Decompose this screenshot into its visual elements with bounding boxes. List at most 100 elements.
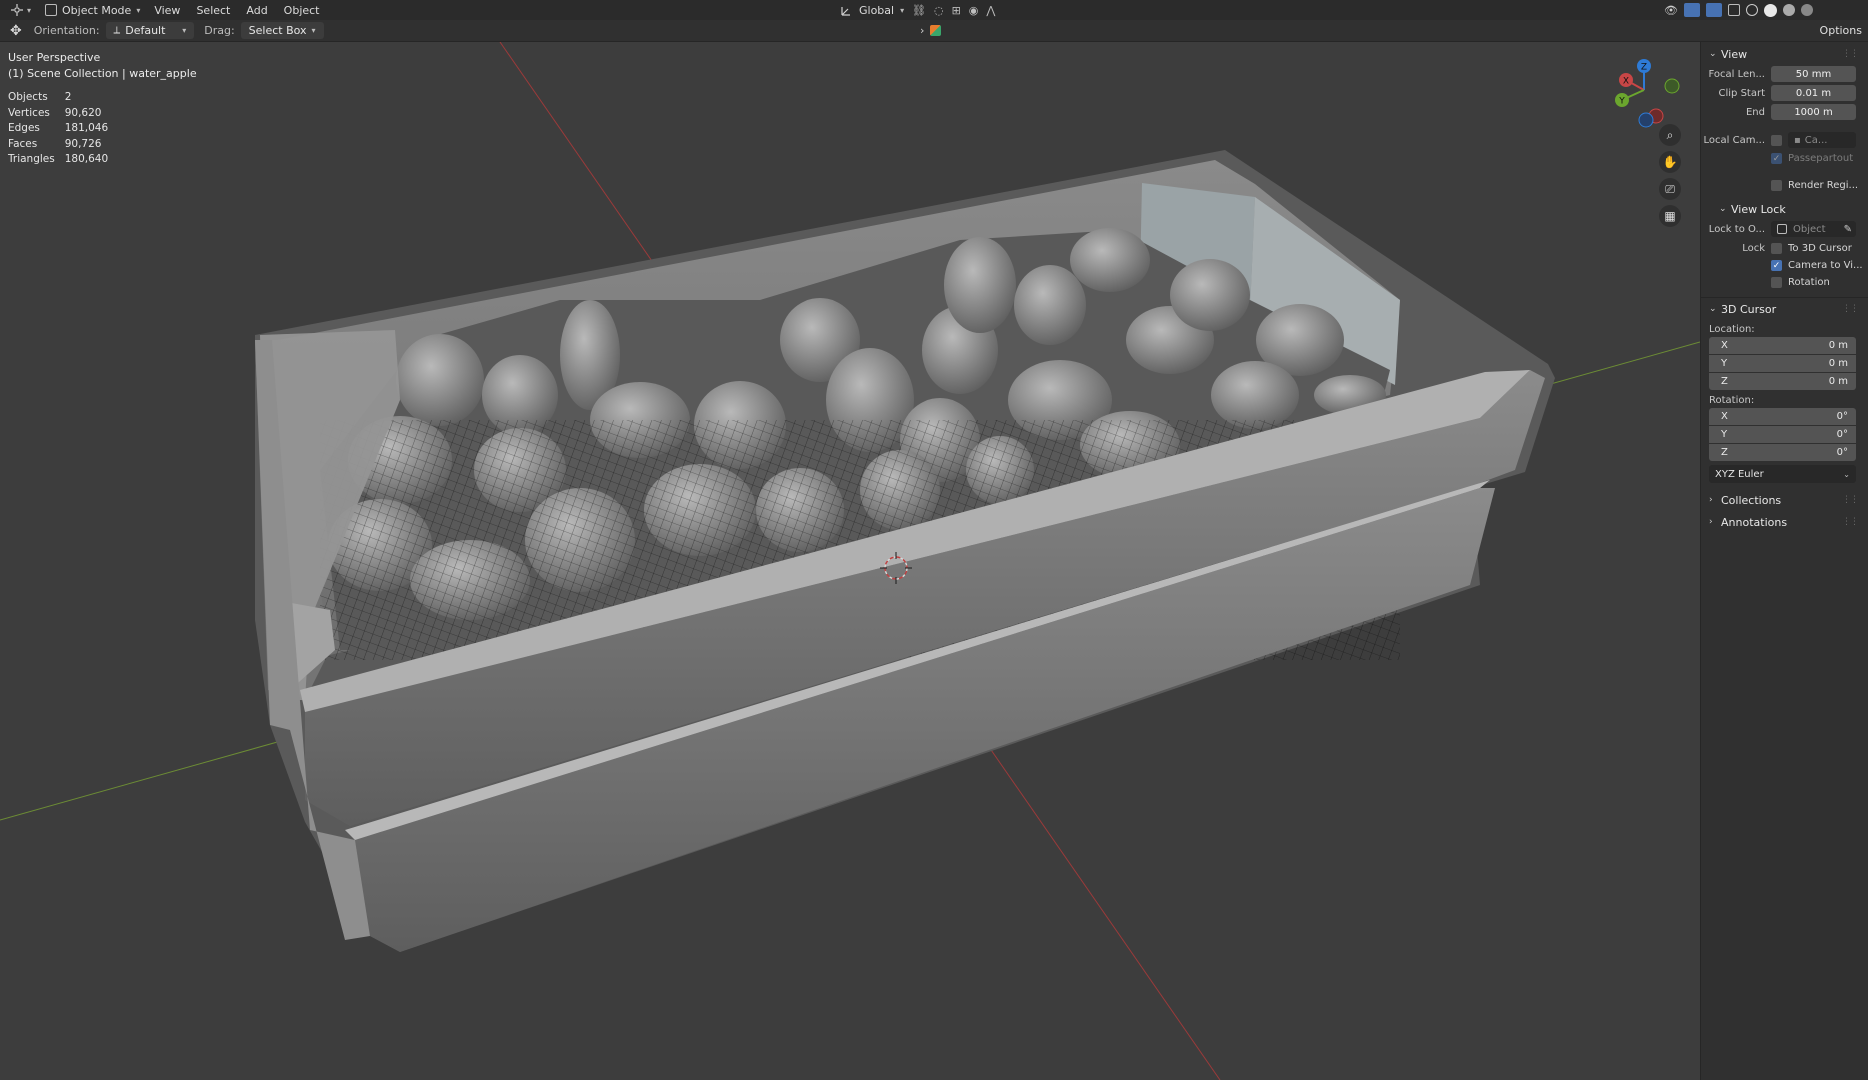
gizmo-y-label: Y xyxy=(1618,97,1625,107)
clip-end-label: End xyxy=(1745,106,1765,118)
options-button[interactable]: Options xyxy=(1814,24,1868,37)
rendered-shading-icon[interactable] xyxy=(1800,4,1813,16)
passepartout-checkbox[interactable]: ✓ xyxy=(1771,153,1782,164)
to-3d-cursor-checkbox[interactable] xyxy=(1771,243,1782,254)
stat-row: Vertices 90,620 xyxy=(8,106,118,122)
view-panel-header[interactable]: ⌄ View ⋮⋮ xyxy=(1701,43,1868,65)
eyedropper-icon[interactable]: ✎ xyxy=(1844,224,1852,235)
axis-value: 0 m xyxy=(1828,358,1848,369)
clip-start-row: Clip Start 0.01 m xyxy=(1701,84,1868,102)
solid-shading-icon[interactable] xyxy=(1763,3,1777,17)
drag-grip-icon[interactable]: ⋮⋮ xyxy=(1842,304,1859,314)
camera-to-view-row[interactable]: ✓ Camera to Vi... xyxy=(1701,257,1868,274)
lock-rotation-label: Rotation xyxy=(1788,277,1830,288)
menu-add[interactable]: Add xyxy=(238,4,275,17)
lock-to-object-row: Lock to O... Object ✎ xyxy=(1701,220,1868,238)
stat-value: 90,726 xyxy=(64,137,102,150)
object-icon xyxy=(1777,224,1787,234)
stat-value: 180,640 xyxy=(64,153,109,165)
mode-dropdown[interactable]: Object Mode ▾ xyxy=(39,4,146,17)
lock-rotation-checkbox[interactable] xyxy=(1771,277,1782,288)
local-camera-row: Local Cam... ▪ Ca... xyxy=(1701,131,1868,149)
stat-row: Faces 90,726 xyxy=(8,137,118,153)
pan-button[interactable]: ✋ xyxy=(1659,151,1681,173)
camera-icon: ▪ xyxy=(1794,134,1801,146)
stat-label: Vertices xyxy=(8,106,50,119)
menu-view[interactable]: View xyxy=(146,4,188,17)
perspective-toggle-button[interactable]: ▦ xyxy=(1659,205,1681,227)
rotation-x-field[interactable]: X 0° xyxy=(1709,408,1856,425)
header-collapse-button[interactable]: › xyxy=(920,24,942,37)
camera-to-view-checkbox[interactable]: ✓ xyxy=(1771,260,1782,271)
transform-orientation-dropdown[interactable]: Global ▾ xyxy=(840,4,904,17)
collections-title: Collections xyxy=(1721,493,1782,507)
location-y-field[interactable]: Y 0 m xyxy=(1709,355,1856,372)
annotations-panel-header[interactable]: › Annotations ⋮⋮ xyxy=(1701,511,1868,533)
rotation-z-field[interactable]: Z 0° xyxy=(1709,444,1856,461)
annotations-title: Annotations xyxy=(1721,515,1788,529)
editor-type-button[interactable]: ▾ xyxy=(10,3,31,17)
lock-to-object-label: Lock to O... xyxy=(1708,223,1765,235)
axis-value: 0° xyxy=(1836,429,1848,440)
drag-grip-icon[interactable]: ⋮⋮ xyxy=(1842,517,1859,527)
drag-grip-icon[interactable]: ⋮⋮ xyxy=(1842,49,1859,59)
wireframe-shading-icon[interactable] xyxy=(1745,4,1758,16)
axis-value: 0 m xyxy=(1828,340,1848,351)
viewport-shading-group[interactable]: 👁 xyxy=(1664,3,1813,17)
view-lock-header[interactable]: ⌄ View Lock xyxy=(1701,198,1868,220)
gizmo-toggle-icon xyxy=(1683,3,1700,17)
chevron-down-icon: ⌄ xyxy=(1719,204,1727,214)
to-3d-cursor-label: To 3D Cursor xyxy=(1788,243,1852,254)
orientation-icon: ⟂ xyxy=(113,25,121,36)
view-panel-title: View xyxy=(1721,47,1748,61)
location-x-field[interactable]: X 0 m xyxy=(1709,337,1856,354)
hand-icon: ✋ xyxy=(1662,155,1678,169)
axis-label: Z xyxy=(1721,376,1728,387)
lock-to-object-field[interactable]: Object ✎ xyxy=(1771,221,1856,237)
view-lock-title: View Lock xyxy=(1731,202,1786,216)
clip-start-field[interactable]: 0.01 m xyxy=(1771,85,1856,101)
location-z-field[interactable]: Z 0 m xyxy=(1709,373,1856,390)
focal-length-field[interactable]: 50 mm xyxy=(1771,66,1856,82)
menu-select[interactable]: Select xyxy=(188,4,238,17)
camera-view-button[interactable]: ⎚ xyxy=(1659,178,1681,200)
rotation-y-field[interactable]: Y 0° xyxy=(1709,426,1856,443)
zoom-button[interactable]: ⌕ xyxy=(1659,124,1681,146)
clip-end-row: End 1000 m xyxy=(1701,103,1868,121)
render-region-checkbox[interactable] xyxy=(1771,180,1782,191)
statistics-overlay: Objects 2 Vertices 90,620 Edges 181,046 Fac… xyxy=(8,90,118,168)
material-shading-icon[interactable] xyxy=(1782,4,1795,16)
rotation-label: Rotation: xyxy=(1709,395,1755,406)
overlay-toggle-icon xyxy=(1705,3,1722,17)
global-axes-icon xyxy=(841,6,850,16)
local-camera-field[interactable]: ▪ Ca... xyxy=(1788,132,1856,148)
rotation-mode-dropdown[interactable]: XYZ Euler ⌄ xyxy=(1709,465,1856,483)
collections-panel-header[interactable]: › Collections ⋮⋮ xyxy=(1701,489,1868,511)
local-camera-checkbox[interactable] xyxy=(1771,134,1782,146)
lock-label: Lock xyxy=(1742,243,1765,254)
pivot-snap-group[interactable]: ⛓ ◌ ⊞ ◉ ⋀ xyxy=(912,4,995,17)
stat-row: Edges 181,046 xyxy=(8,121,118,137)
orientation-dropdown[interactable]: ⟂ Default ▾ xyxy=(105,22,195,39)
xray-icon xyxy=(1727,4,1740,16)
menu-object[interactable]: Object xyxy=(276,4,328,17)
passepartout-row[interactable]: ✓ Passepartout xyxy=(1701,150,1868,167)
axis-label: X xyxy=(1721,411,1728,422)
render-region-row[interactable]: Render Regi... xyxy=(1701,177,1868,194)
lock-rotation-row[interactable]: Rotation xyxy=(1701,274,1868,291)
viewport-header: ▾ Object Mode ▾ View Select Add Object G… xyxy=(0,0,1868,20)
3d-viewport[interactable]: User Perspective (1) Scene Collection | … xyxy=(0,42,1700,1080)
drag-grip-icon[interactable]: ⋮⋮ xyxy=(1842,495,1859,505)
gizmo-x-label: X xyxy=(1623,77,1629,87)
camera-to-view-label: Camera to Vi... xyxy=(1788,260,1863,271)
stat-label: Triangles xyxy=(8,153,55,165)
link-icon: ⛓ xyxy=(912,3,926,17)
lock-to-3d-cursor-row[interactable]: Lock To 3D Cursor xyxy=(1701,240,1868,257)
clip-end-field[interactable]: 1000 m xyxy=(1771,104,1856,120)
axis-value: 0° xyxy=(1836,447,1848,458)
transform-tool-icon[interactable]: ✥ xyxy=(10,23,22,39)
3d-cursor-panel-header[interactable]: ⌄ 3D Cursor ⋮⋮ xyxy=(1701,298,1868,320)
drag-dropdown[interactable]: Select Box ▾ xyxy=(240,22,324,39)
navigation-gizmo[interactable]: Z X Y xyxy=(1604,54,1684,134)
proportional-edit-icon: ◉ xyxy=(968,3,979,17)
